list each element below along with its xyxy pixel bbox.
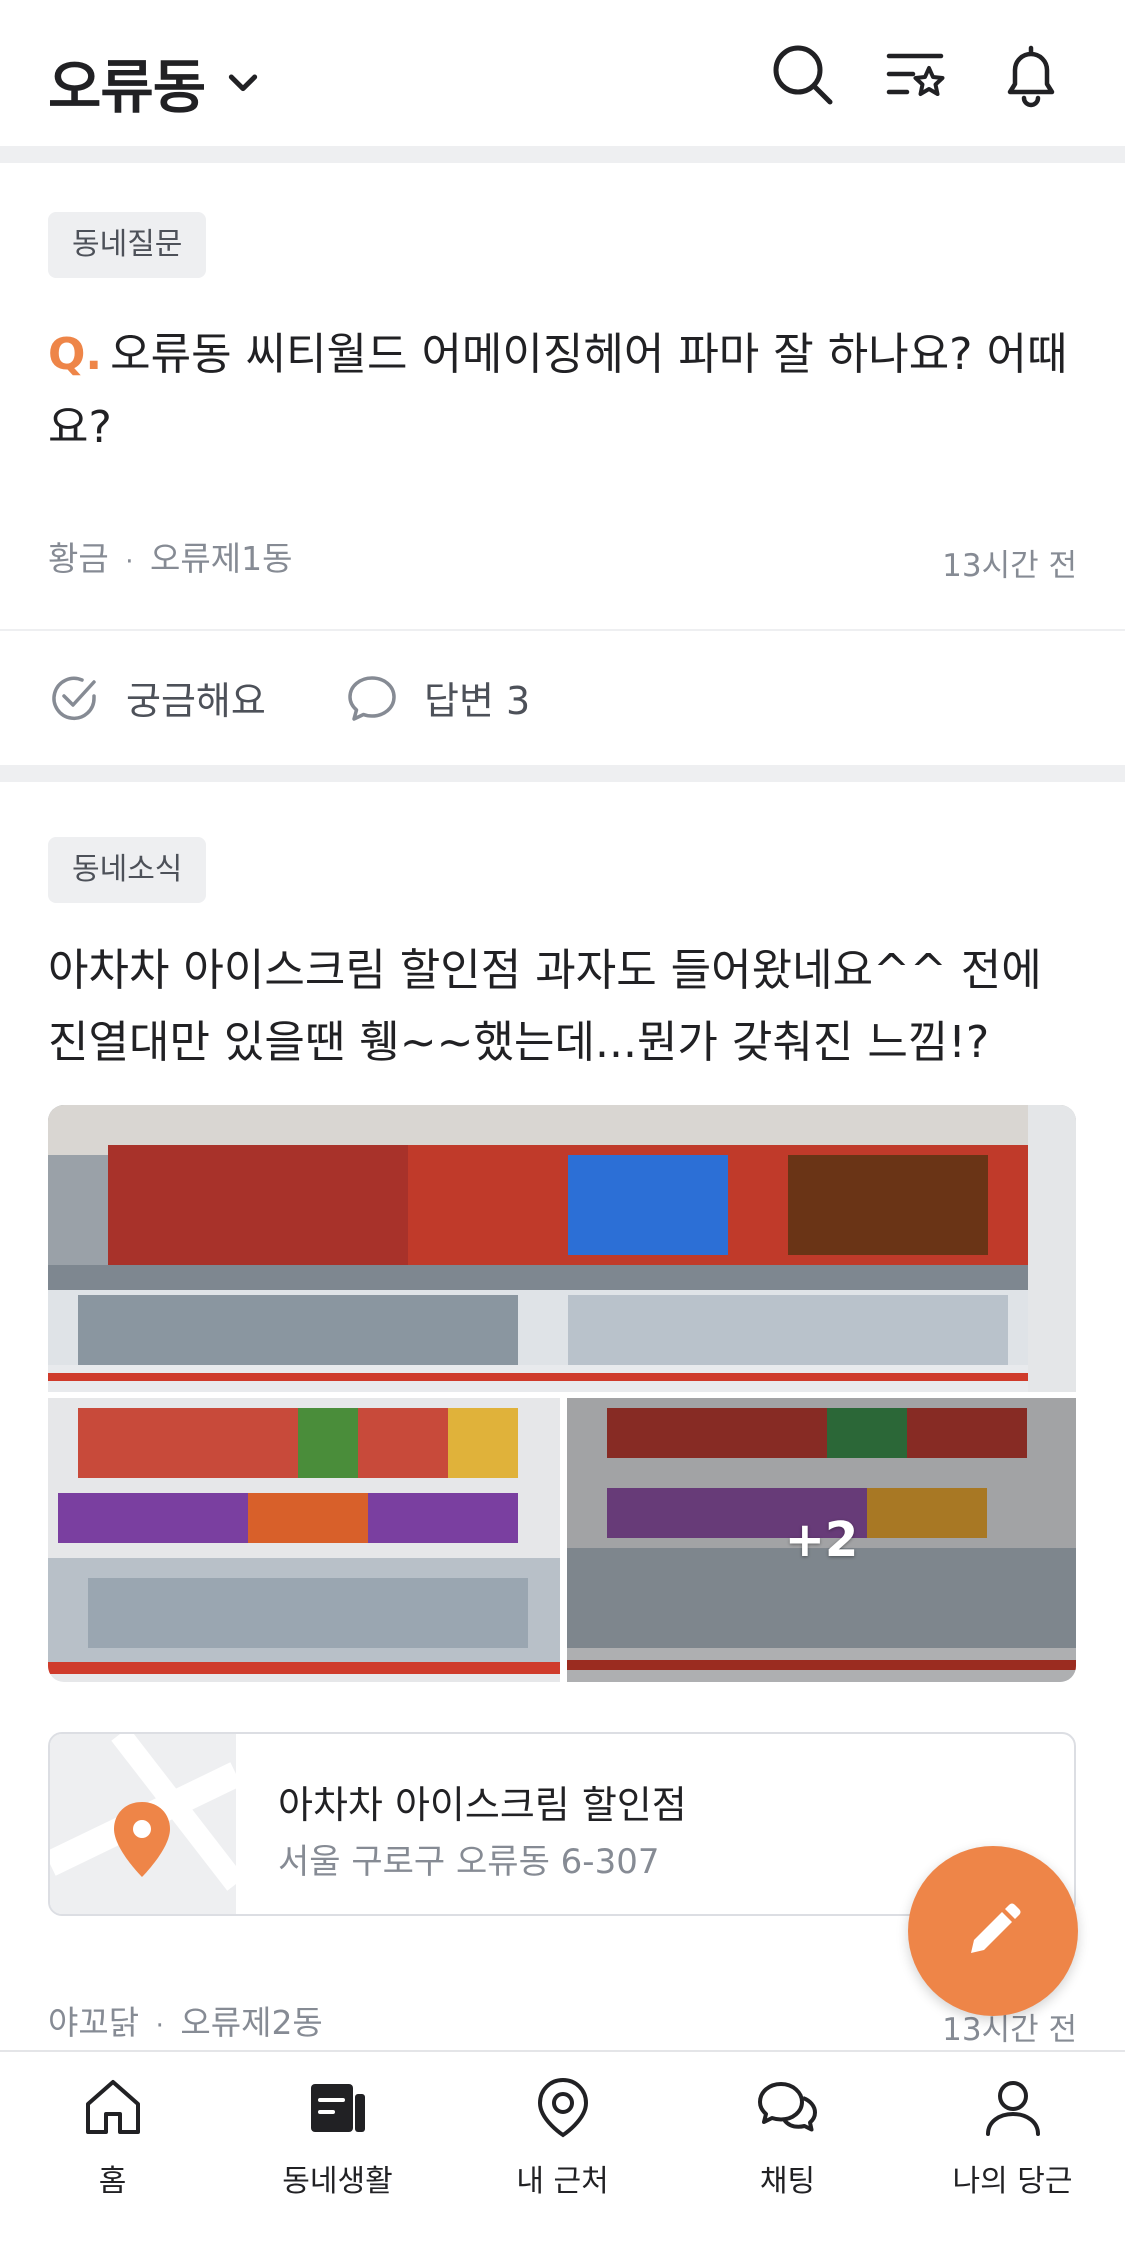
meta-dot: · xyxy=(125,547,134,577)
category-star-icon[interactable] xyxy=(881,40,951,110)
location-label: 오류동 xyxy=(48,53,206,121)
bottom-navigation: 홈 동네생활 내 근처 채팅 나의 당근 xyxy=(0,2050,1125,2242)
answer-label: 답변 3 xyxy=(424,679,531,723)
post-category-tag: 동네질문 xyxy=(48,212,207,278)
author-region: 오류제1동 xyxy=(150,539,293,578)
place-name: 아차차 아이스크림 할인점 xyxy=(278,1783,687,1827)
curious-label: 궁금해요 xyxy=(126,679,266,723)
app-header: 오류동 xyxy=(0,0,1125,146)
question-mark-label: Q. xyxy=(48,329,103,380)
post-time: 13시간 전 xyxy=(942,548,1077,584)
nav-label: 나의 당근 xyxy=(952,2164,1073,2199)
answer-button[interactable]: 답변 3 xyxy=(346,670,530,725)
post-photo[interactable]: +2 xyxy=(567,1398,1076,1682)
location-pin-icon xyxy=(537,2077,588,2138)
author-region: 오류제2동 xyxy=(180,2003,323,2042)
post-title[interactable]: Q. 오류동 씨티월드 어메이징헤어 파마 잘 하나요? 어때요? xyxy=(48,318,1078,464)
post-photo[interactable] xyxy=(48,1398,560,1682)
speech-bubble-icon xyxy=(348,675,396,721)
question-text: 오류동 씨티월드 어메이징헤어 파마 잘 하나요? 어때요? xyxy=(48,329,1068,453)
meta-dot: · xyxy=(155,2011,164,2041)
post-meta: 야꼬닭 · 오류제2동 xyxy=(48,1996,323,2044)
section-separator xyxy=(0,765,1125,782)
nav-nearby[interactable]: 내 근처 xyxy=(450,2074,675,2200)
profile-icon xyxy=(985,2081,1040,2136)
nav-neighborhood[interactable]: 동네생활 xyxy=(225,2074,450,2200)
author-name: 황금 xyxy=(48,539,109,578)
post-meta: 황금 · 오류제1동 xyxy=(48,532,292,580)
nav-label: 내 근처 xyxy=(516,2164,609,2199)
curious-button[interactable]: 궁금해요 xyxy=(48,670,266,725)
nav-label: 홈 xyxy=(98,2164,127,2199)
nav-label: 동네생활 xyxy=(282,2164,393,2199)
neighborhood-icon xyxy=(310,2084,365,2132)
section-separator xyxy=(0,146,1125,163)
bell-icon[interactable] xyxy=(996,40,1066,110)
post-title[interactable]: 아차차 아이스크림 할인점 과자도 들어왔네요^^ 전에 진열대만 있을땐 휑~… xyxy=(48,935,1088,1079)
search-icon[interactable] xyxy=(768,40,838,110)
nav-home[interactable]: 홈 xyxy=(0,2074,225,2200)
place-address: 서울 구로구 오류동 6-307 xyxy=(278,1842,660,1882)
place-map-thumbnail xyxy=(50,1734,245,1914)
post-photo[interactable] xyxy=(48,1105,1076,1392)
author-name: 야꼬닭 xyxy=(48,2003,140,2042)
write-post-button[interactable] xyxy=(908,1846,1078,2016)
chevron-down-icon xyxy=(228,74,258,92)
check-circle-icon xyxy=(52,676,96,720)
pencil-icon xyxy=(971,1903,1021,1953)
chat-icon xyxy=(757,2082,817,2132)
location-selector[interactable]: 오류동 xyxy=(48,40,263,124)
nav-my-profile[interactable]: 나의 당근 xyxy=(900,2074,1125,2200)
nav-label: 채팅 xyxy=(759,2164,816,2199)
nav-chat[interactable]: 채팅 xyxy=(675,2074,900,2200)
divider xyxy=(0,629,1125,631)
post-category-tag: 동네소식 xyxy=(48,837,207,903)
more-photos-count: +2 xyxy=(784,1512,859,1568)
home-icon xyxy=(85,2080,140,2134)
